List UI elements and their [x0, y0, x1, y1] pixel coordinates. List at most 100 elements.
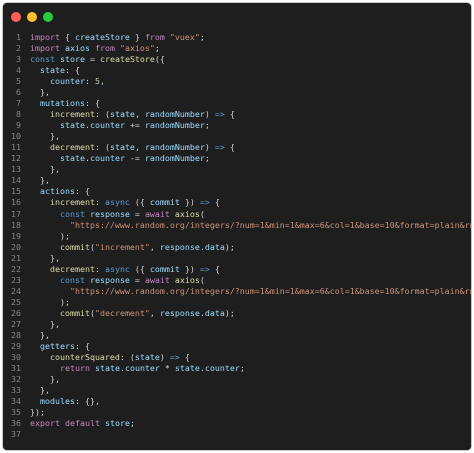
code-line: 2 import axios from "axios";	[3, 43, 471, 54]
code-line: 24 "https://www.random.org/integers/?num…	[3, 286, 471, 297]
code-token: from	[94, 43, 115, 54]
code-text: const response = await axios(	[30, 275, 471, 286]
line-number: 11	[11, 142, 21, 153]
code-token: createStore	[99, 54, 155, 65]
code-token: ;	[204, 153, 210, 164]
close-button[interactable]	[11, 12, 21, 22]
code-text: mutations: {	[30, 98, 471, 109]
code-text: state.counter += randomNumber;	[30, 120, 471, 131]
code-token: });	[30, 407, 45, 418]
code-editor[interactable]: 1 import { createStore } from "vuex"; 2 imp…	[3, 32, 471, 450]
code-line: 33 },	[3, 385, 471, 396]
code-token: : {	[74, 340, 90, 351]
code-text: counter: 5,	[30, 76, 471, 87]
code-token: =	[129, 208, 145, 219]
code-line: 32 },	[3, 374, 471, 385]
code-text: increment: (state, randomNumber) => {	[30, 109, 471, 120]
code-token: ;	[199, 32, 205, 42]
code-token: ,	[134, 142, 145, 153]
code-token: import	[30, 43, 60, 54]
maximize-button[interactable]	[43, 12, 53, 22]
line-number: 13	[11, 164, 21, 175]
code-token: :	[84, 76, 95, 87]
code-token: async	[104, 263, 130, 274]
code-token: "vuex"	[169, 32, 200, 42]
line-number: 17	[11, 208, 21, 219]
code-token: state	[109, 109, 135, 120]
code-line: 20 commit("increment", response.data);	[3, 242, 471, 253]
code-line: 4 state: {	[3, 65, 471, 76]
code-token: decrement	[49, 263, 95, 274]
code-token: const	[59, 208, 85, 219]
line-number: 32	[11, 373, 21, 384]
line-number: 31	[11, 362, 21, 373]
code-line: 7 mutations: {	[3, 98, 471, 109]
code-line: 10 },	[3, 131, 471, 142]
code-token: {	[59, 32, 75, 42]
line-number: 8	[16, 109, 21, 120]
minimize-button[interactable]	[27, 12, 37, 22]
code-text: "https://www.random.org/integers/?num=1&…	[30, 220, 471, 231]
code-token: ,	[149, 241, 160, 252]
code-token: data	[204, 241, 225, 252]
code-line: 22 decrement: async ({ commit }) => {	[3, 264, 471, 275]
code-line: 3 const store = createStore({	[3, 54, 471, 65]
code-token: =>	[214, 109, 225, 120]
code-token: axios	[174, 208, 200, 219]
line-number: 30	[11, 351, 21, 362]
code-token: =	[129, 274, 145, 285]
code-token: },	[30, 318, 60, 329]
line-number: 35	[11, 407, 21, 418]
code-text: commit("increment", response.data);	[30, 242, 471, 253]
code-token: await	[144, 274, 170, 285]
code-token: =>	[199, 263, 210, 274]
code-token: +=	[124, 120, 145, 131]
code-token: state	[174, 362, 200, 373]
code-token: counter	[204, 362, 240, 373]
line-number: 15	[11, 186, 21, 197]
code-token: =>	[214, 142, 225, 153]
line-number: 3	[16, 54, 21, 65]
code-token: ;	[129, 418, 135, 429]
code-token: response	[159, 307, 200, 318]
code-token: commit	[149, 197, 180, 208]
code-window: 1 import { createStore } from "vuex"; 2 imp…	[2, 2, 472, 451]
code-token: randomNumber	[144, 120, 205, 131]
code-text: );	[30, 297, 471, 308]
line-number: 36	[11, 418, 21, 429]
code-token: {	[209, 263, 220, 274]
code-token: export	[30, 418, 60, 429]
line-number: 28	[11, 329, 21, 340]
code-text: },	[30, 164, 471, 175]
code-token: ({	[129, 197, 150, 208]
code-text: actions: {	[30, 186, 471, 197]
code-token: axios	[174, 274, 200, 285]
line-number: 24	[11, 285, 21, 296]
code-token: },	[30, 87, 50, 98]
code-text: "https://www.random.org/integers/?num=1&…	[30, 286, 471, 297]
code-text: getters: {	[30, 341, 471, 352]
code-token: ;	[239, 362, 245, 373]
code-token: counter	[89, 120, 125, 131]
line-number: 25	[11, 296, 21, 307]
code-token: createStore	[74, 32, 130, 42]
code-token: }	[129, 32, 145, 42]
code-token: "increment"	[94, 241, 150, 252]
code-token: {	[179, 351, 190, 362]
line-number: 19	[11, 230, 21, 241]
code-token: },	[30, 373, 60, 384]
code-line: 28 },	[3, 330, 471, 341]
code-text: },	[30, 385, 471, 396]
code-token: },	[30, 329, 50, 340]
code-line: 11 decrement: (state, randomNumber) => {	[3, 142, 471, 153]
code-text: counterSquared: (state) => {	[30, 352, 471, 363]
